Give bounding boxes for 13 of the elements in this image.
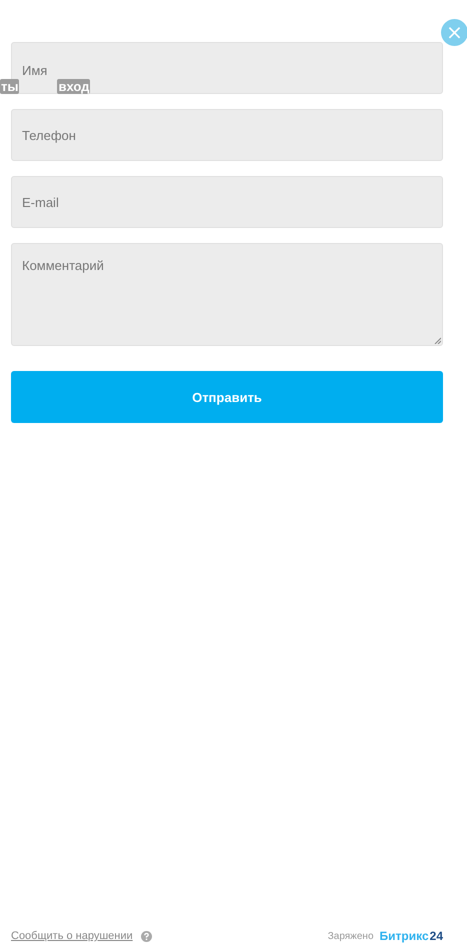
overlay-text: вход: [57, 79, 90, 94]
input-field[interactable]: Телефон: [11, 109, 443, 161]
comment-field[interactable]: Комментарий: [11, 243, 443, 346]
input-field[interactable]: E-mail: [11, 176, 443, 228]
brand-number: 24: [430, 929, 443, 943]
resize-grip-icon[interactable]: [434, 337, 441, 344]
submit-button[interactable]: Отправить: [11, 371, 443, 423]
overlay-text: ты: [0, 79, 20, 94]
close-button[interactable]: ×: [441, 19, 467, 46]
brand-name: Битрикс: [380, 929, 429, 943]
report-link[interactable]: Сообщить о нарушении: [11, 930, 133, 942]
powered-by-text: Заряжено: [328, 930, 374, 942]
help-icon[interactable]: [140, 930, 152, 942]
